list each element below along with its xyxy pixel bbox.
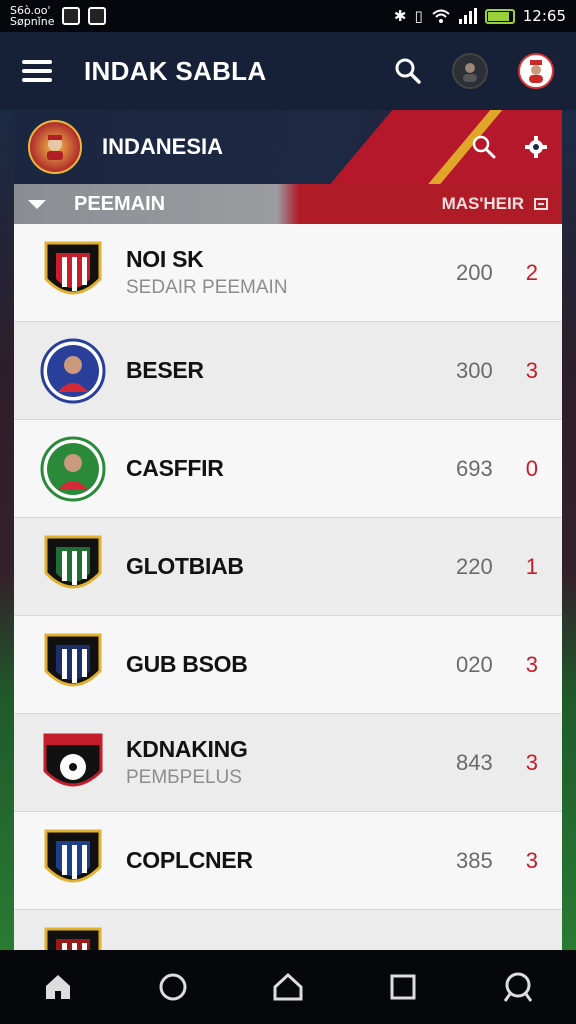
signal-icon <box>458 8 477 24</box>
navigation-bar <box>0 950 576 1024</box>
list-item[interactable]: KDNAKING PEMБPELUS 843 3 <box>14 714 562 812</box>
circle-icon[interactable] <box>153 967 193 1007</box>
status-right: ✱ ▯ 12:65 <box>394 7 566 25</box>
gear-icon[interactable] <box>524 135 548 159</box>
country-name: INDANESIA <box>102 134 224 159</box>
row-score: 693 <box>456 455 493 481</box>
vibrate-icon: ▯ <box>414 7 423 25</box>
row-score: 020 <box>456 651 493 677</box>
user-icon <box>529 60 543 83</box>
square-icon[interactable] <box>383 967 423 1007</box>
row-rank: 3 <box>525 847 538 873</box>
bluetooth-icon: ✱ <box>393 7 407 25</box>
list-item[interactable]: BESER 300 3 <box>14 322 562 420</box>
row-score: 200 <box>456 259 493 285</box>
player-portrait-icon <box>40 436 106 502</box>
section-action-button[interactable]: MAS'HEIR <box>442 194 548 214</box>
row-name: NOI SK <box>126 246 204 272</box>
battery-icon <box>484 8 515 24</box>
row-text: GLOTBIAB <box>126 553 456 580</box>
row-subtitle: PEMБPELUS <box>126 767 242 788</box>
menu-icon[interactable] <box>22 60 52 82</box>
search-icon[interactable] <box>472 135 496 159</box>
app-bar: INDAK SABLA <box>0 32 576 110</box>
list-item[interactable]: COPLCNER 385 3 <box>14 812 562 910</box>
club-crest-icon <box>40 828 106 894</box>
row-text: KDNAKING PEMБPELUS <box>126 736 456 789</box>
notification-icon <box>88 7 107 25</box>
club-crest-icon <box>40 534 106 600</box>
row-name: CASFFIR <box>126 455 224 481</box>
row-score: 300 <box>456 357 493 383</box>
country-emblem-icon <box>28 120 82 174</box>
country-header: INDANESIA <box>14 110 562 184</box>
clock: 12:65 <box>522 7 566 25</box>
search-icon[interactable] <box>498 967 538 1007</box>
row-name: BESER <box>126 357 204 383</box>
row-rank: 3 <box>525 357 538 383</box>
row-rank: 1 <box>525 553 538 579</box>
list-item[interactable]: CASFFIR 693 0 <box>14 420 562 518</box>
row-text: CASFFIR <box>126 455 456 482</box>
user-icon <box>463 63 477 82</box>
carrier-text: S6ò.ᴏo' Søpnǐne <box>10 5 54 27</box>
avatar[interactable] <box>452 53 488 89</box>
section-header[interactable]: PEEMAIN MAS'HEIR <box>14 184 562 224</box>
row-name: GUB BSOB <box>126 651 248 677</box>
app-title: INDAK SABLA <box>84 55 267 86</box>
home-icon[interactable] <box>38 967 78 1007</box>
home-outline-icon[interactable] <box>268 967 308 1007</box>
carrier-line-2: Søpnǐne <box>10 15 55 28</box>
notification-icon <box>62 7 81 25</box>
row-rank: 2 <box>525 259 538 285</box>
battery-level <box>487 11 509 21</box>
row-text: BESER <box>126 357 456 384</box>
list-item[interactable]: OLSOF <box>14 910 562 950</box>
section-title: PEEMAIN <box>74 192 166 215</box>
row-text: GUB BSOB <box>126 651 456 678</box>
wifi-icon <box>432 9 450 23</box>
row-score: 220 <box>456 553 493 579</box>
club-crest-icon <box>40 632 106 698</box>
list-item[interactable]: GLOTBIAB 220 1 <box>14 518 562 616</box>
avatar[interactable] <box>518 53 554 89</box>
player-portrait-icon <box>40 338 106 404</box>
row-score: 385 <box>456 847 493 873</box>
row-rank: 3 <box>525 651 538 677</box>
row-name: GLOTBIAB <box>126 553 244 579</box>
row-text: COPLCNER <box>126 847 456 874</box>
minus-square-icon <box>534 198 548 210</box>
row-rank: 0 <box>525 455 538 481</box>
list-item[interactable]: NOI SK SEDAIR PEEMAIN 200 2 <box>14 224 562 322</box>
chevron-down-icon[interactable] <box>28 199 46 209</box>
status-bar: S6ò.ᴏo' Søpnǐne ✱ ▯ 12:65 <box>0 0 576 32</box>
row-score: 843 <box>456 749 493 775</box>
status-left: S6ò.ᴏo' Søpnǐne <box>10 5 394 27</box>
list-item[interactable]: GUB BSOB 020 3 <box>14 616 562 714</box>
row-name: COPLCNER <box>126 847 253 873</box>
club-crest-icon <box>40 926 106 950</box>
football-crest-icon <box>40 730 106 796</box>
row-text: NOI SK SEDAIR PEEMAIN <box>126 246 456 299</box>
search-icon[interactable] <box>394 57 422 85</box>
player-list: NOI SK SEDAIR PEEMAIN 200 2 BESER 300 3 CASFFIR… <box>14 224 562 950</box>
row-subtitle: SEDAIR PEEMAIN <box>126 277 288 298</box>
country-actions <box>472 135 548 159</box>
section-action-label: MAS'HEIR <box>441 194 524 213</box>
row-name: KDNAKING <box>126 736 248 762</box>
app-actions <box>394 53 554 89</box>
row-rank: 3 <box>525 749 538 775</box>
club-crest-icon <box>40 240 106 306</box>
